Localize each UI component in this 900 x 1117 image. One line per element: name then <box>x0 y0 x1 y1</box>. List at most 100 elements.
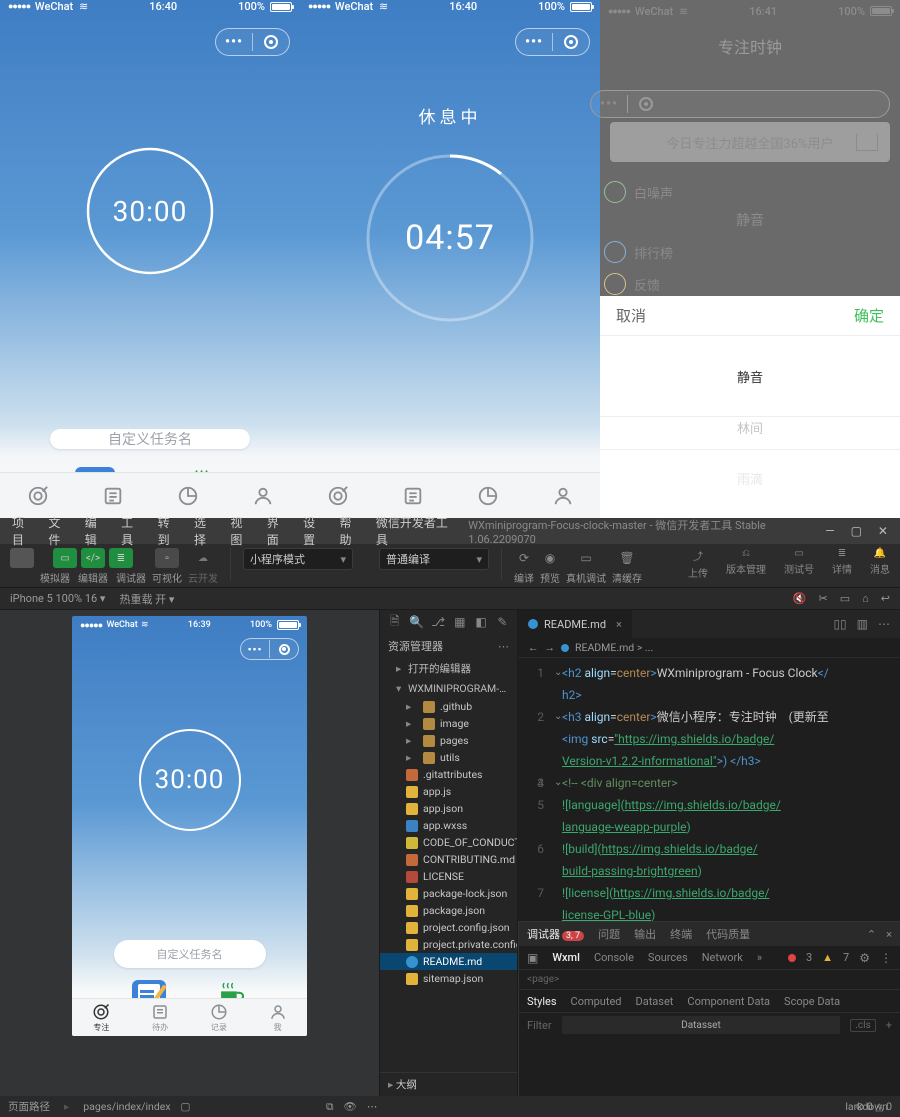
picker-ok[interactable]: 确定 <box>854 305 884 326</box>
back-nav-icon[interactable]: ← <box>528 641 539 654</box>
menu-item[interactable]: 帮助 <box>340 514 362 548</box>
wxml-tree[interactable]: <page> <box>519 970 900 989</box>
maximize-icon[interactable]: ▢ <box>851 524 862 538</box>
cloud-button[interactable]: ☁ <box>191 548 215 568</box>
page-path[interactable]: pages/index/index <box>83 1100 170 1113</box>
dbg-tool[interactable]: Wxml <box>552 951 580 964</box>
msg-icon[interactable]: 🔔 <box>874 548 886 559</box>
capsule-menu[interactable]: ••• <box>215 28 290 56</box>
close-icon[interactable] <box>253 28 289 56</box>
folder[interactable]: pages <box>380 732 517 749</box>
open-editors[interactable]: 打开的编辑器 <box>380 658 517 679</box>
sub-tab[interactable]: Scope Data <box>784 995 840 1008</box>
file[interactable]: CONTRIBUTING.md <box>380 851 517 868</box>
collapse-icon[interactable]: ⌃ <box>867 928 876 941</box>
menu-white-noise[interactable]: 白噪声 <box>600 176 900 208</box>
copy-icon[interactable]: ▢ <box>181 1100 191 1113</box>
capsule-menu[interactable]: ••• <box>590 90 890 118</box>
avatar-icon[interactable] <box>10 548 34 568</box>
dbg-tab[interactable]: 代码质量 <box>706 926 750 942</box>
branch-icon[interactable]: ⎇ <box>431 615 445 629</box>
tab-focus[interactable]: 专注 <box>72 999 131 1036</box>
file[interactable]: package-lock.json <box>380 885 517 902</box>
tab-me[interactable] <box>225 473 300 518</box>
capsule-menu[interactable]: ••• <box>240 638 299 660</box>
task-input[interactable]: 自定义任务名 <box>114 940 266 968</box>
capsule-menu[interactable]: ••• <box>515 28 590 56</box>
sub-tab[interactable]: Dataset <box>636 995 674 1008</box>
hot-reload[interactable]: 热重载 开 ▾ <box>119 591 174 607</box>
sub-tab[interactable]: Styles <box>527 995 557 1008</box>
dbg-tab[interactable]: 输出 <box>634 926 656 942</box>
menu-icon[interactable]: ••• <box>241 638 269 660</box>
file[interactable]: .gitattributes <box>380 766 517 783</box>
tab-todo[interactable]: 待办 <box>131 999 190 1036</box>
menu-icon[interactable]: ••• <box>216 28 252 56</box>
file[interactable]: package.json <box>380 902 517 919</box>
search-icon[interactable]: 🔍 <box>409 615 423 629</box>
remote-button[interactable]: ▭ <box>576 548 596 568</box>
root-folder[interactable]: WXMINIPROGRAM-FOCUS-CLO... <box>380 679 517 698</box>
more-icon[interactable]: ⋯ <box>878 617 890 631</box>
minimize-icon[interactable]: — <box>825 524 834 538</box>
more-tools-icon[interactable]: » <box>757 951 762 964</box>
editor-toggle[interactable]: </> <box>81 548 105 568</box>
menu-icon[interactable]: ••• <box>516 28 552 56</box>
close-icon[interactable]: ✕ <box>878 524 888 538</box>
menu-icon[interactable]: ⋮ <box>880 951 892 965</box>
close-icon[interactable]: × <box>886 928 892 941</box>
menu-item[interactable]: 编辑 <box>85 514 107 548</box>
compile-mode-select[interactable]: 普通编译 <box>379 548 489 570</box>
menu-item[interactable]: 文件 <box>48 514 70 548</box>
dbg-tab[interactable]: 调试器3, 7 <box>527 926 584 942</box>
dbg-tab[interactable]: 终端 <box>670 926 692 942</box>
menu-item[interactable]: 界面 <box>267 514 289 548</box>
close-tab-icon[interactable]: × <box>616 618 622 631</box>
detail-icon[interactable]: ≣ <box>838 548 846 559</box>
eye-icon[interactable]: 👁 <box>344 1100 357 1114</box>
sub-tab[interactable]: Computed <box>571 995 622 1008</box>
dbg-tool[interactable]: Sources <box>648 951 688 964</box>
tab-stats[interactable]: 记录 <box>190 999 249 1036</box>
simulator-toggle[interactable]: ▭ <box>53 548 77 568</box>
tab-focus[interactable] <box>300 473 375 518</box>
upload-icon[interactable]: ⤴ <box>693 548 703 563</box>
picker-cancel[interactable]: 取消 <box>616 305 646 326</box>
tab-me[interactable] <box>525 473 600 518</box>
dbg-tool[interactable]: Console <box>594 951 634 964</box>
filter-input[interactable]: Filter <box>527 1019 552 1032</box>
fwd-nav-icon[interactable]: → <box>545 641 556 654</box>
file[interactable]: app.js <box>380 783 517 800</box>
menu-item[interactable]: 选择 <box>194 514 216 548</box>
settings-icon[interactable]: ⚙ <box>859 951 870 965</box>
task-input[interactable]: 自定义任务名 <box>50 429 250 449</box>
lang-mode[interactable]: larkdown <box>845 1100 888 1113</box>
menu-item[interactable]: 工具 <box>121 514 143 548</box>
file[interactable]: CODE_OF_CONDUCT.md <box>380 834 517 851</box>
tab-stats[interactable] <box>150 473 225 518</box>
scene-icon[interactable]: ⧉ <box>326 1100 334 1114</box>
cut-icon[interactable]: ✂ <box>819 592 828 605</box>
file[interactable]: app.wxss <box>380 817 517 834</box>
tab-me[interactable]: 我 <box>248 999 307 1036</box>
menu-item[interactable]: 微信开发者工具 <box>376 514 454 548</box>
menu-item[interactable]: 视图 <box>230 514 252 548</box>
device-select[interactable]: iPhone 5 100% 16 ▾ <box>10 592 105 605</box>
close-icon[interactable] <box>270 638 298 660</box>
preview-button[interactable]: ◉ <box>540 548 560 568</box>
file[interactable]: sitemap.json <box>380 970 517 987</box>
compile-button[interactable]: ⟳ <box>514 548 534 568</box>
mode-select[interactable]: 小程序模式 <box>243 548 353 570</box>
folder[interactable]: utils <box>380 749 517 766</box>
split-icon[interactable]: ▯▯ <box>833 617 846 631</box>
rotate-icon[interactable]: ▭ <box>840 592 850 605</box>
timer-ring[interactable]: 30:00 <box>82 143 218 279</box>
menu-item[interactable]: 项目 <box>12 514 34 548</box>
editor-tab[interactable]: README.md× <box>518 610 633 638</box>
inspect-icon[interactable]: ▣ <box>527 951 538 965</box>
code-area[interactable]: 1<h2 align=center>WXminiprogram - Focus … <box>518 658 900 934</box>
file-selected[interactable]: README.md <box>380 953 517 970</box>
viz-button[interactable]: ▫ <box>155 548 179 568</box>
close-icon[interactable] <box>628 90 664 118</box>
layout-icon[interactable]: ▥ <box>857 617 868 631</box>
